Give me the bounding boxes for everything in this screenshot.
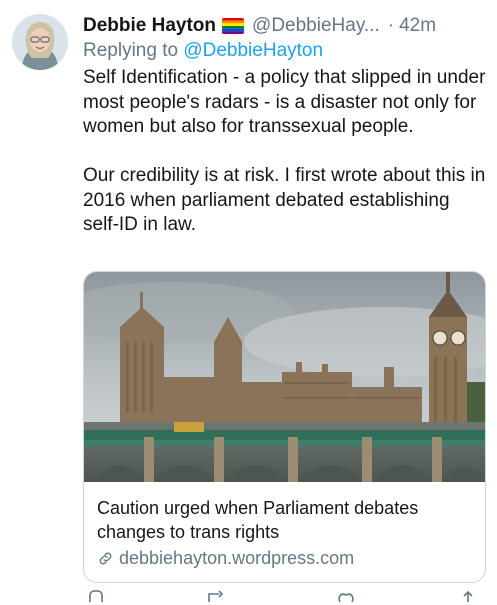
- replying-to-link[interactable]: @DebbieHayton: [183, 40, 323, 61]
- tweet-text: Self Identification - a policy that slip…: [83, 66, 488, 238]
- separator-dot: ·: [387, 15, 395, 36]
- card-title[interactable]: Caution urged when Parliament debates ch…: [97, 496, 472, 544]
- like-icon[interactable]: [337, 590, 355, 605]
- replying-prefix: Replying to: [83, 40, 184, 61]
- card-domain[interactable]: debbiehayton.wordpress.com: [97, 548, 472, 569]
- card-image: [84, 272, 485, 482]
- reply-icon[interactable]: [87, 590, 105, 605]
- tweet-paragraph: Our credibility is at risk. I first wrot…: [83, 165, 486, 235]
- link-icon: [99, 552, 112, 565]
- timestamp[interactable]: 42m: [399, 15, 436, 37]
- share-icon[interactable]: [459, 590, 477, 605]
- tweet-paragraph: Self Identification - a policy that slip…: [83, 67, 486, 137]
- tweet[interactable]: Debbie Hayton @DebbieHay... · 42m Replyi…: [0, 0, 497, 605]
- link-card[interactable]: Caution urged when Parliament debates ch…: [83, 271, 486, 583]
- rainbow-flag-icon: [222, 18, 245, 34]
- author-name[interactable]: Debbie Hayton: [83, 15, 216, 37]
- action-bar: [83, 590, 488, 605]
- card-domain-label: debbiehayton.wordpress.com: [119, 548, 355, 568]
- retweet-icon[interactable]: [207, 590, 225, 605]
- avatar[interactable]: [12, 14, 68, 70]
- author-handle[interactable]: @DebbieHay...: [252, 15, 380, 37]
- tweet-header: Debbie Hayton @DebbieHay... · 42m: [83, 12, 487, 40]
- replying-to: Replying to @DebbieHayton: [83, 40, 323, 62]
